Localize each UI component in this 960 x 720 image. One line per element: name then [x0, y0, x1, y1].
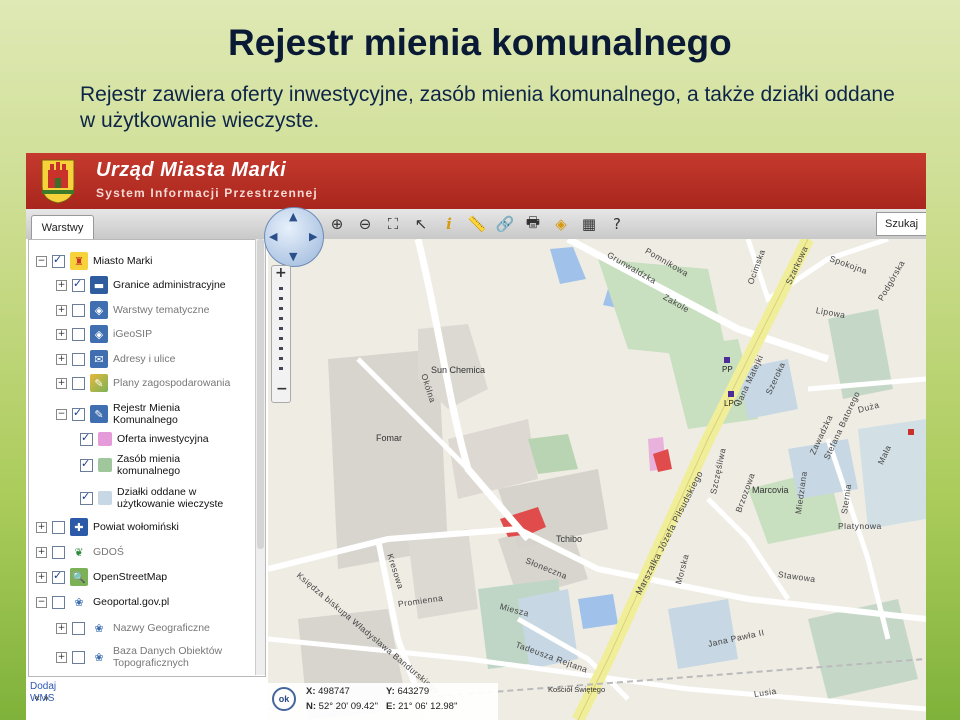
- y-coordinate: 643279: [397, 686, 430, 697]
- x-coordinate: 498747: [318, 686, 350, 697]
- coordinate-panel: ok X: 498747 Y: 643279 N: 52° 20' 09.42'…: [268, 683, 498, 720]
- info-icon[interactable]: i: [438, 213, 460, 235]
- swatch-oferta: [98, 432, 112, 446]
- help-icon[interactable]: ?: [606, 213, 628, 235]
- layer-row[interactable]: + 🔍 OpenStreetMap: [36, 566, 167, 588]
- layer-row[interactable]: + ◈ Warstwy tematyczne: [56, 299, 209, 321]
- layer-row[interactable]: Działki oddane w użytkowanie wieczyste: [80, 484, 237, 512]
- link-icon[interactable]: 🔗: [494, 213, 516, 235]
- app-title: Urząd Miasta Marki: [96, 159, 287, 181]
- layer-row[interactable]: − ♜ Miasto Marki: [36, 250, 153, 272]
- ok-button[interactable]: ok: [272, 687, 296, 711]
- magnifier-map-icon: 🔍: [70, 568, 88, 586]
- measure-icon[interactable]: 📏: [466, 213, 488, 235]
- layers-icon: ◈: [90, 301, 108, 319]
- layer-tree-scrollbar[interactable]: [255, 239, 265, 675]
- border-icon: ▬: [90, 276, 108, 294]
- slide-title: Rejestr mienia komunalnego: [228, 22, 732, 63]
- map-canvas[interactable]: Sun Chemica Fomar Tchibo Marcovia PP LPG…: [268, 239, 926, 720]
- layer-row[interactable]: + ✉ Adresy i ulice: [56, 348, 175, 370]
- gis-screenshot: Urząd Miasta Marki System Informacji Prz…: [26, 153, 926, 720]
- map-plan-icon: ✎: [90, 374, 108, 392]
- layout-icon[interactable]: ▦: [578, 213, 600, 235]
- layers-icon[interactable]: ◈: [550, 213, 572, 235]
- app-banner: Urząd Miasta Marki System Informacji Prz…: [26, 153, 926, 209]
- poi-marker: [724, 357, 730, 363]
- county-crest-icon: ✚: [70, 518, 88, 536]
- print-icon[interactable]: 🖶: [522, 213, 544, 235]
- zoom-minus-icon[interactable]: −: [276, 381, 288, 397]
- zoom-levels[interactable]: [279, 287, 283, 377]
- layer-row[interactable]: Oferta inwestycyjna: [80, 428, 209, 450]
- street-label: Platynowa: [838, 521, 882, 531]
- poi-label: Fomar: [376, 433, 403, 443]
- pan-left-icon[interactable]: ◀: [269, 230, 277, 243]
- layer-row[interactable]: + ▬ Granice administracyjne: [56, 274, 226, 296]
- crest-icon: ♜: [70, 252, 88, 270]
- e-coordinate: 21° 06' 12.98'': [398, 701, 458, 712]
- layer-row[interactable]: Zasób mienia komunalnego: [80, 451, 197, 479]
- geoportal-icon: ❀: [90, 648, 108, 666]
- pan-control[interactable]: ▲ ▼ ◀ ▶: [264, 207, 324, 267]
- poi-label: Sun Chemica: [431, 365, 486, 375]
- city-crest-icon: [41, 159, 75, 204]
- poi-label: Marcovia: [752, 485, 789, 495]
- layer-row[interactable]: + ◈ iGeoSIP: [56, 323, 152, 345]
- tab-warstwy[interactable]: Warstwy: [31, 215, 94, 240]
- layers-icon: ◈: [90, 325, 108, 343]
- pan-right-icon[interactable]: ▶: [309, 230, 317, 243]
- layer-row[interactable]: + ✎ Plany zagospodarowania: [56, 372, 230, 394]
- layer-row[interactable]: + ❦ GDOŚ: [36, 541, 124, 563]
- poi-label: PP: [722, 365, 733, 374]
- zoom-in-icon[interactable]: ⊕: [326, 213, 348, 235]
- poi-marker: [728, 391, 734, 397]
- pointer-icon[interactable]: ↖: [410, 213, 432, 235]
- poi-label: Kościół Świętego: [548, 685, 606, 694]
- panel-nav-arrows[interactable]: « »: [34, 693, 49, 704]
- registry-icon: ✎: [90, 405, 108, 423]
- envelope-icon: ✉: [90, 350, 108, 368]
- layer-row[interactable]: + ❀ Baza Danych Obiektów Topograficznych: [56, 643, 233, 671]
- zoom-extent-icon[interactable]: ⛶: [382, 213, 404, 235]
- leaf-icon: ❦: [70, 543, 88, 561]
- map-toolbar: ⊕ ⊖ ⛶ ↖ i 📏 🔗 🖶 ◈ ▦ ?: [326, 211, 628, 237]
- geoportal-icon: ❀: [70, 593, 88, 611]
- pan-down-icon[interactable]: ▼: [289, 250, 297, 263]
- poi-label: Tchibo: [556, 534, 583, 544]
- slide-description: Rejestr zawiera oferty inwestycyjne, zas…: [80, 83, 895, 132]
- swatch-zasob: [98, 458, 112, 472]
- zoom-plus-icon[interactable]: +: [275, 265, 287, 281]
- n-coordinate: 52° 20' 09.42'': [318, 701, 379, 712]
- layer-row[interactable]: + ❀ Nazwy Geograficzne: [56, 617, 210, 639]
- zoom-out-icon[interactable]: ⊖: [354, 213, 376, 235]
- search-button[interactable]: Szukaj: [876, 212, 926, 236]
- geoportal-icon: ❀: [90, 619, 108, 637]
- app-subtitle: System Informacji Przestrzennej: [96, 186, 318, 200]
- layer-row[interactable]: + ✚ Powiat wołomiński: [36, 516, 179, 538]
- layer-row[interactable]: − ❀ Geoportal.gov.pl: [36, 591, 169, 613]
- layer-row[interactable]: − ✎ Rejestr Mienia Komunalnego: [56, 400, 193, 428]
- pan-up-icon[interactable]: ▲: [289, 210, 297, 223]
- swatch-dzialki: [98, 491, 112, 505]
- poi-marker: [908, 429, 914, 435]
